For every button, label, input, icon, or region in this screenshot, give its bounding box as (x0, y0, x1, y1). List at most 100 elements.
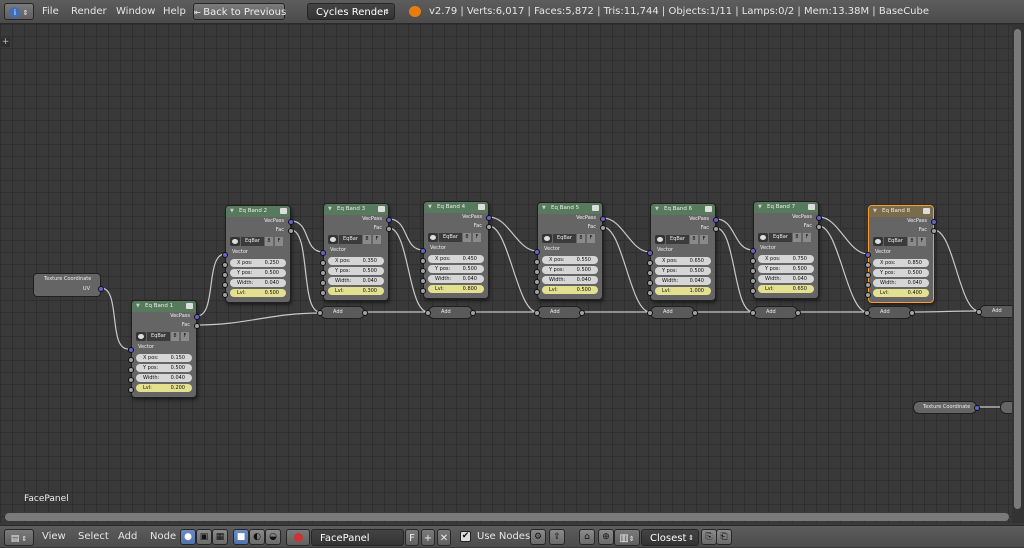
node-group-selector[interactable]: EqBar 8 F (873, 236, 929, 247)
xpos-input-socket[interactable] (750, 258, 756, 264)
add-input-socket[interactable] (534, 310, 540, 316)
fake-user-button[interactable]: F (405, 529, 419, 546)
eq-band-node[interactable]: ▼ Eq Band 8 VecPass Fac EqBar 8 F Vector… (865, 205, 937, 303)
node-tree-icon[interactable] (542, 234, 552, 243)
x-pos-field[interactable]: X pos: 0.450 (428, 255, 484, 263)
vecpass-output-socket[interactable] (386, 217, 392, 223)
group-name[interactable]: EqBar (769, 233, 792, 242)
x-pos-field[interactable]: X pos: 0.850 (873, 259, 929, 267)
menu-file[interactable]: File (42, 0, 59, 24)
menu-window[interactable]: Window (116, 0, 155, 24)
fac-output-socket[interactable] (386, 226, 392, 232)
vecpass-output-socket[interactable] (931, 219, 937, 225)
vecpass-output-socket[interactable] (816, 215, 822, 221)
add-node[interactable]: Add (976, 305, 1012, 318)
render-engine-select[interactable]: Cycles Render ⇕ (307, 3, 395, 20)
add-input-socket[interactable] (317, 310, 323, 316)
node-tree-icon[interactable] (428, 233, 438, 242)
use-nodes-checkbox[interactable]: ✔ (460, 531, 471, 542)
collapse-triangle-icon[interactable]: ▼ (428, 202, 432, 213)
lvl-field[interactable]: Lvl: 0.400 (873, 289, 929, 297)
collapse-triangle-icon[interactable]: ▼ (230, 206, 234, 217)
fake-user-button[interactable]: F (803, 233, 811, 242)
xpos-input-socket[interactable] (420, 258, 426, 264)
parent-nodetree-icon[interactable]: ⇪ (549, 529, 565, 545)
add-input-socket[interactable] (425, 310, 431, 316)
xpos-input-socket[interactable] (534, 259, 540, 265)
y-pos-field[interactable]: Y pos: 0.500 (873, 269, 929, 277)
ypos-input-socket[interactable] (865, 272, 871, 278)
ypos-input-socket[interactable] (750, 268, 756, 274)
lvl-field[interactable]: Lvl: 0.500 (230, 289, 286, 297)
group-users-button[interactable]: 8 (908, 237, 916, 246)
vecpass-output-socket[interactable] (288, 219, 294, 225)
eq-band-node[interactable]: ▼ Eq Band 4 VecPass Fac EqBar 8 F Vector… (420, 201, 492, 299)
material-browse-button[interactable] (286, 529, 310, 546)
menu-help[interactable]: Help (163, 0, 186, 24)
add-output-socket[interactable] (692, 310, 698, 316)
width-field[interactable]: Width: 0.040 (542, 276, 598, 284)
group-users-button[interactable]: 8 (363, 235, 371, 244)
lvl-input-socket[interactable] (865, 292, 871, 298)
x-pos-field[interactable]: X pos: 0.550 (542, 256, 598, 264)
node-header[interactable]: ▼ Eq Band 1 (132, 301, 196, 312)
lvl-input-socket[interactable] (128, 387, 134, 393)
group-users-button[interactable]: 8 (577, 234, 585, 243)
partial-node-right[interactable] (1000, 401, 1012, 414)
group-name[interactable]: EqBar (147, 332, 170, 341)
node-group-selector[interactable]: EqBar 8 F (655, 234, 711, 245)
width-field[interactable]: Width: 0.040 (428, 275, 484, 283)
node-header[interactable]: ▼ Eq Band 4 (424, 202, 488, 213)
group-users-button[interactable]: 8 (793, 233, 801, 242)
width-field[interactable]: Width: 0.040 (230, 279, 286, 287)
node-group-icon[interactable] (378, 206, 385, 212)
node-group-icon[interactable] (705, 206, 712, 212)
lvl-field[interactable]: Lvl: 1.000 (655, 287, 711, 295)
fake-user-button[interactable]: F (587, 234, 595, 243)
fac-output-socket[interactable] (288, 228, 294, 234)
texture-coordinate-node-2[interactable]: Texture Coordinate (913, 401, 980, 414)
add-output-socket[interactable] (470, 310, 476, 316)
fac-output-socket[interactable] (194, 323, 200, 329)
eq-band-node[interactable]: ▼ Eq Band 1 VecPass Fac EqBar 8 F Vector… (128, 300, 200, 398)
x-pos-field[interactable]: X pos: 0.750 (758, 255, 814, 263)
node-group-selector[interactable]: EqBar 8 F (230, 236, 286, 247)
node-group-selector[interactable]: EqBar 8 F (758, 232, 814, 243)
vector-input-socket[interactable] (420, 248, 426, 254)
add-input-socket[interactable] (864, 310, 870, 316)
x-pos-field[interactable]: X pos: 0.650 (655, 257, 711, 265)
add-input-socket[interactable] (647, 310, 653, 316)
fac-output-socket[interactable] (600, 225, 606, 231)
node-group-selector[interactable]: EqBar 8 F (542, 233, 598, 244)
ypos-input-socket[interactable] (222, 272, 228, 278)
fac-output-socket[interactable] (713, 226, 719, 232)
menu-view[interactable]: View (42, 526, 66, 548)
lvl-input-socket[interactable] (750, 288, 756, 294)
texture-coordinate-2-output-socket[interactable] (974, 405, 980, 411)
fake-user-button[interactable]: F (373, 235, 381, 244)
eq-band-node[interactable]: ▼ Eq Band 2 VecPass Fac EqBar 8 F Vector… (222, 205, 294, 303)
group-users-button[interactable]: 8 (463, 233, 471, 242)
menu-add[interactable]: Add (118, 526, 137, 548)
collapse-triangle-icon[interactable]: ▼ (542, 203, 546, 214)
node-header[interactable]: ▼ Eq Band 6 (651, 204, 715, 215)
node-header[interactable]: ▼ Eq Band 7 (754, 202, 818, 213)
collapse-triangle-icon[interactable]: ▼ (873, 206, 877, 217)
eq-band-node[interactable]: ▼ Eq Band 5 VecPass Fac EqBar 8 F Vector… (534, 202, 606, 300)
vector-input-socket[interactable] (865, 252, 871, 258)
xpos-input-socket[interactable] (647, 260, 653, 266)
width-input-socket[interactable] (534, 279, 540, 285)
add-input-socket[interactable] (976, 309, 982, 315)
fake-user-button[interactable]: F (918, 237, 926, 246)
width-field[interactable]: Width: 0.040 (758, 275, 814, 283)
copy-nodes-icon[interactable]: ⎘ (701, 529, 717, 545)
node-tree-icon[interactable] (655, 235, 665, 244)
x-pos-field[interactable]: X pos: 0.150 (136, 354, 192, 362)
add-input-socket[interactable] (750, 310, 756, 316)
node-tree-icon[interactable] (136, 332, 146, 341)
lvl-field[interactable]: Lvl: 0.300 (328, 287, 384, 295)
snap-icon[interactable]: ⊕ (598, 529, 614, 545)
width-input-socket[interactable] (320, 280, 326, 286)
width-input-socket[interactable] (750, 278, 756, 284)
add-output-socket[interactable] (795, 310, 801, 316)
